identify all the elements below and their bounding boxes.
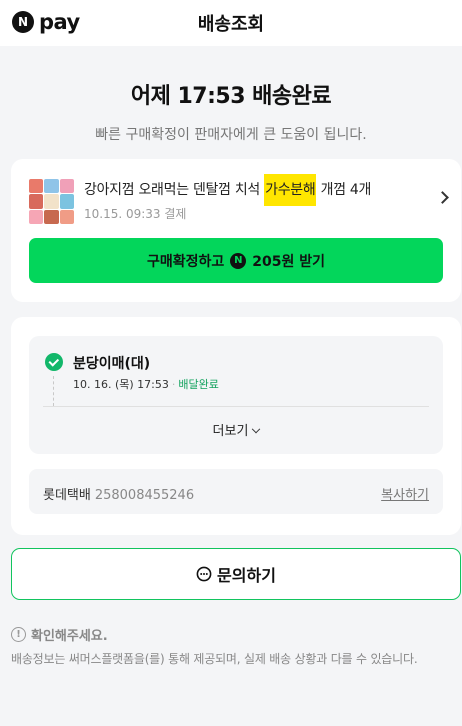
product-name-highlight: 가수분해 [264,174,317,206]
delivery-status-title: 어제 17:53 배송완료 [130,84,332,109]
tracking-number: 258008455246 [94,488,195,503]
confirm-purchase-button[interactable]: 구매확정하고 N 205원 받기 [29,238,443,283]
product-thumbnail [29,179,74,224]
inquiry-label: 문의하기 [217,566,276,585]
top-header: N pay 배송조회 [0,0,462,46]
npay-logo-badge: N [12,11,34,33]
check-circle-icon [45,353,63,371]
tracking-timeline: 분당이매(대) 10. 16. (목) 17:53 · 배달완료 더보기 [29,336,443,454]
courier-info: 롯데택배 258008455246 복사하기 [29,469,443,514]
npay-logo-text: pay [39,10,80,34]
npay-logo[interactable]: N pay [12,11,80,33]
tracking-time: 10. 16. (목) 17:53 · 배달완료 [73,378,219,391]
order-date: 10.15. 09:33 결제 [84,207,187,221]
chevron-right-icon [436,191,449,204]
tracking-location: 분당이매(대) [73,356,151,372]
page-title: 배송조회 [197,14,265,35]
product-name: 강아지껌 오래먹는 덴탈껌 치석 가수분해 개껌 4개 [84,174,371,206]
npoint-icon: N [230,252,247,269]
chevron-down-icon [252,424,261,434]
inquiry-button[interactable]: 문의하기 [11,548,461,600]
confirm-label-prefix: 구매확정하고 [146,253,225,270]
confirm-label-suffix: 205원 받기 [252,253,326,270]
timeline-line [53,376,54,406]
divider [43,406,429,407]
copy-button[interactable]: 복사하기 [381,484,429,503]
tracking-status: 배달완료 [178,378,219,391]
courier-name: 롯데택배 [43,488,91,503]
notice-title-text: 확인해주세요. [31,629,108,644]
more-button[interactable]: 더보기 [29,420,443,439]
delivery-status-subtitle: 빠른 구매확정이 판매자에게 큰 도움이 됩니다. [95,127,367,143]
product-row[interactable]: 강아지껌 오래먹는 덴탈껌 치석 가수분해 개껌 4개 10.15. 09:33… [29,174,449,225]
chat-bubble-icon [196,566,212,582]
product-card: 강아지껌 오래먹는 덴탈껌 치석 가수분해 개껌 4개 10.15. 09:33… [11,159,461,302]
notice-body: 배송정보는 써머스플랫폼을(를) 통해 제공되며, 실제 배송 상황과 다를 수… [11,652,418,666]
notice-title: ! 확인해주세요. [11,625,108,644]
delivery-card: 분당이매(대) 10. 16. (목) 17:53 · 배달완료 더보기 롯데택배 2… [11,317,461,535]
info-icon: ! [11,627,26,642]
courier-row: 롯데택배 258008455246 [43,484,194,503]
